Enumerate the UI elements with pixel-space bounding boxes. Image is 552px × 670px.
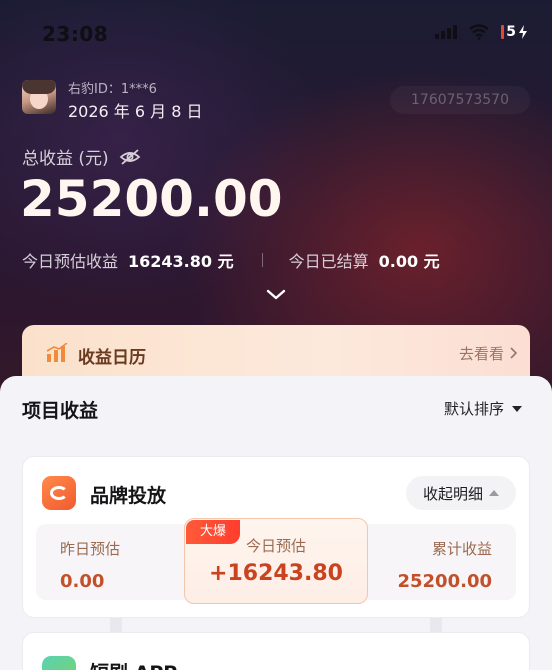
status-icons: 5 — [435, 24, 528, 40]
chevron-right-icon — [510, 347, 518, 359]
user-id: 右豹ID：1***6 — [68, 82, 157, 97]
chevron-down-icon[interactable] — [264, 288, 288, 302]
cumulative-earnings: 累计收益 25200.00 — [397, 540, 492, 592]
divider — [261, 253, 263, 267]
phone-number: 17607573570 — [390, 86, 530, 114]
hide-eye-icon[interactable] — [119, 148, 141, 165]
sort-dropdown[interactable]: 默认排序 — [444, 398, 522, 419]
brand-placement-icon — [42, 476, 76, 510]
collapse-details-button[interactable]: 收起明细 — [406, 476, 516, 510]
project-name: 短剧 APP — [90, 658, 177, 670]
bar-chart-icon — [46, 343, 68, 362]
today-estimate-value: 16243.80 元 — [128, 252, 234, 271]
yesterday-estimate: 昨日预估 0.00 — [60, 540, 121, 592]
today-earnings-row: 今日预估收益 16243.80 元 今日已结算 0.00 元 — [22, 248, 532, 272]
today-estimate-card-label: 今日预估 — [245, 537, 306, 555]
total-earnings-label: 总收益 (元) — [22, 144, 141, 169]
app-screen: 23:08 5 右豹ID：1***6 2026 年 6 月 8 日 176075… — [0, 0, 552, 670]
today-estimate-card-value: +16243.80 — [209, 561, 343, 586]
app-icon — [42, 656, 76, 670]
battery-icon: 5 — [501, 24, 528, 40]
today-settled-value: 0.00 元 — [378, 252, 440, 271]
signal-icon — [435, 25, 458, 39]
section-title: 项目收益 — [22, 400, 99, 422]
calendar-link[interactable]: 去看看 — [459, 343, 504, 364]
project-name: 品牌投放 — [90, 485, 167, 507]
caret-up-icon — [489, 490, 499, 496]
status-time: 23:08 — [42, 22, 109, 46]
wifi-icon — [469, 24, 489, 40]
avatar[interactable] — [22, 80, 56, 114]
total-earnings-amount: 25200.00 — [20, 170, 283, 228]
current-date: 2026 年 6 月 8 日 — [68, 102, 203, 121]
today-settled-label: 今日已结算 — [288, 252, 369, 271]
caret-down-icon — [512, 405, 522, 412]
calendar-title: 收益日历 — [78, 348, 146, 368]
today-estimate-label: 今日预估收益 — [22, 252, 119, 271]
